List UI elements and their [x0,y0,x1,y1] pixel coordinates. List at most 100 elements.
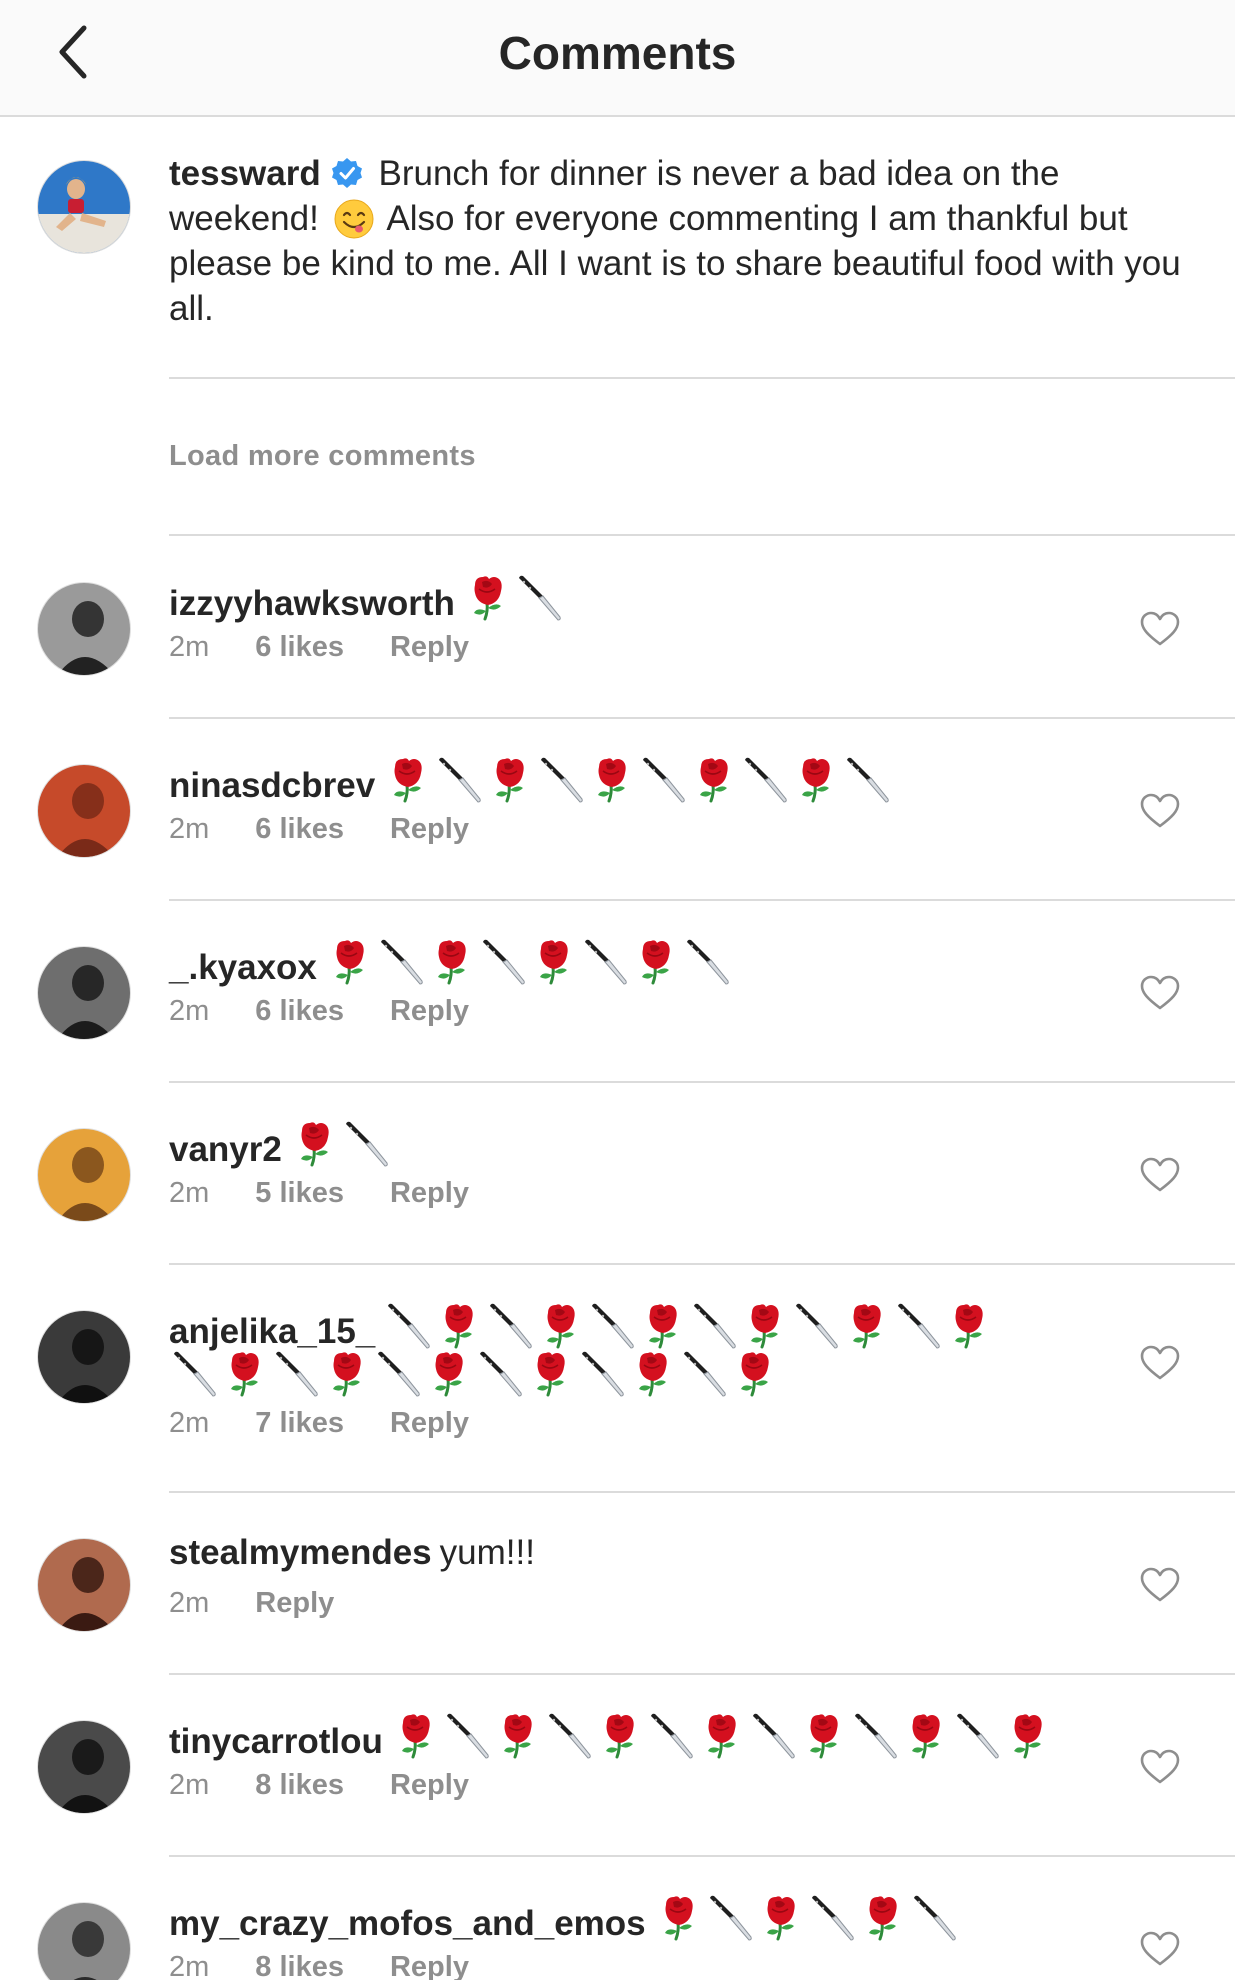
page-title: Comments [498,27,737,79]
comment-meta: 2m 6 likes Reply [169,995,515,1028]
knife-emoji-icon [587,1301,637,1351]
comment-username[interactable]: ninasdcbrev [169,766,375,805]
heart-icon[interactable] [1140,1157,1180,1193]
comment-text: vanyr2 [169,1119,392,1174]
rose-emoji-icon [290,1119,340,1169]
rose-emoji-icon [858,1893,908,1943]
caption-username[interactable]: tessward [169,154,321,193]
avatar[interactable] [36,763,132,859]
reply-button[interactable]: Reply [255,1587,334,1619]
comment-item: my_crazy_mofos_and_emos 2m 8 likes Reply [0,1857,1235,1980]
caption-text: tessward Brunch for dinner is never a ba… [169,151,1209,331]
comment-username[interactable]: stealmymendes [169,1533,432,1572]
rose-emoji-icon [493,1711,543,1761]
comment-username[interactable]: vanyr2 [169,1130,282,1169]
comment-timestamp: 2m [169,1177,210,1209]
rose-emoji-icon [322,1349,372,1399]
comment-item: vanyr2 2m 5 likes Reply [0,1083,1235,1265]
rose-emoji-icon [730,1349,780,1399]
comment-likes-count[interactable]: 5 likes [255,1177,344,1209]
heart-icon[interactable] [1140,1749,1180,1785]
comment-text: anjelika_15_ [169,1301,995,1356]
knife-emoji-icon [514,573,564,623]
rose-emoji-icon [529,937,579,987]
comment-likes-count[interactable]: 8 likes [255,1951,344,1980]
comment-body: yum!!! [439,1533,535,1572]
load-more-comments-button[interactable]: Load more comments [169,440,476,473]
avatar[interactable] [36,1537,132,1633]
rose-emoji-icon [842,1301,892,1351]
knife-emoji-icon [580,937,630,987]
emoji-sequence [290,1119,392,1169]
knife-emoji-icon [434,755,484,805]
knife-emoji-icon [893,1301,943,1351]
rose-emoji-icon [383,755,433,805]
reply-button[interactable]: Reply [390,631,469,663]
rose-emoji-icon [756,1893,806,1943]
comment-text-continued [169,1349,781,1404]
rose-emoji-icon [628,1349,678,1399]
heart-icon[interactable] [1140,1931,1180,1967]
comment-meta: 2m 7 likes Reply [169,1407,515,1440]
comment-item: ninasdcbrev 2m 6 likes Reply [0,719,1235,901]
rose-emoji-icon [631,937,681,987]
avatar[interactable] [36,945,132,1041]
reply-button[interactable]: Reply [390,1407,469,1439]
reply-button[interactable]: Reply [390,1951,469,1980]
comment-item: izzyyhawksworth 2m 6 likes Reply [0,537,1235,719]
header-bar: Comments [0,0,1235,117]
comment-likes-count[interactable]: 7 likes [255,1407,344,1439]
comment-likes-count[interactable]: 6 likes [255,813,344,845]
heart-icon[interactable] [1140,975,1180,1011]
comment-item: _.kyaxox 2m 6 likes Reply [0,901,1235,1083]
knife-emoji-icon [842,755,892,805]
emoji-sequence [383,1301,995,1351]
comment-timestamp: 2m [169,813,210,845]
rose-emoji-icon [587,755,637,805]
rose-emoji-icon [391,1711,441,1761]
comment-username[interactable]: izzyyhawksworth [169,584,455,623]
comment-likes-count[interactable]: 6 likes [255,631,344,663]
knife-emoji-icon [383,1301,433,1351]
rose-emoji-icon [463,573,513,623]
avatar[interactable] [36,1309,132,1405]
knife-emoji-icon [705,1893,755,1943]
avatar[interactable] [36,1901,132,1980]
avatar[interactable] [36,1719,132,1815]
comment-timestamp: 2m [169,995,210,1027]
avatar[interactable] [36,581,132,677]
comment-item: tinycarrotlou 2m 8 likes Reply [0,1675,1235,1857]
reply-button[interactable]: Reply [390,1769,469,1801]
comment-text: izzyyhawksworth [169,573,565,628]
knife-emoji-icon [442,1711,492,1761]
comment-username[interactable]: _.kyaxox [169,948,317,987]
rose-emoji-icon [325,937,375,987]
reply-button[interactable]: Reply [390,995,469,1027]
heart-icon[interactable] [1140,611,1180,647]
comment-username[interactable]: tinycarrotlou [169,1722,383,1761]
comment-username[interactable]: anjelika_15_ [169,1312,375,1351]
knife-emoji-icon [475,1349,525,1399]
heart-icon[interactable] [1140,1345,1180,1381]
reply-button[interactable]: Reply [390,813,469,845]
knife-emoji-icon [748,1711,798,1761]
knife-emoji-icon [169,1349,219,1399]
comment-timestamp: 2m [169,1951,210,1980]
comment-likes-count[interactable]: 6 likes [255,995,344,1027]
emoji-sequence [383,755,893,805]
rose-emoji-icon [434,1301,484,1351]
rose-emoji-icon [595,1711,645,1761]
knife-emoji-icon [485,1301,535,1351]
rose-emoji-icon [638,1301,688,1351]
knife-emoji-icon [909,1893,959,1943]
heart-icon[interactable] [1140,793,1180,829]
comment-likes-count[interactable]: 8 likes [255,1769,344,1801]
comment-timestamp: 2m [169,631,210,663]
reply-button[interactable]: Reply [390,1177,469,1209]
avatar[interactable] [36,159,132,255]
divider [169,377,1235,379]
comment-username[interactable]: my_crazy_mofos_and_emos [169,1904,646,1943]
comment-meta: 2m 8 likes Reply [169,1769,515,1802]
heart-icon[interactable] [1140,1567,1180,1603]
avatar[interactable] [36,1127,132,1223]
